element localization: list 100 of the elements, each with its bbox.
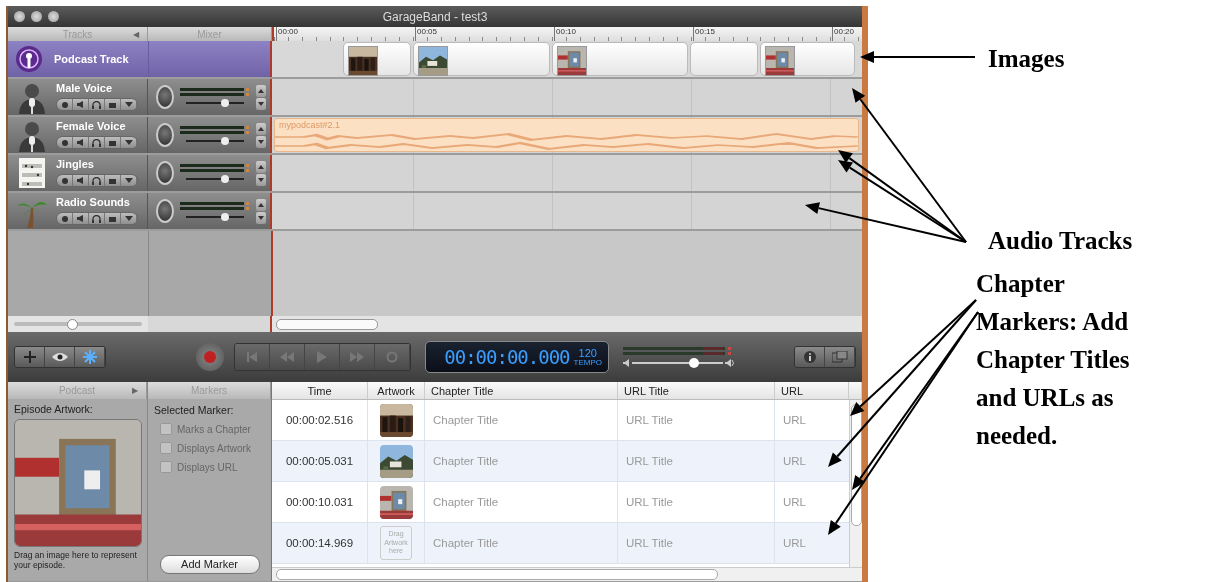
lock-button[interactable] [105, 137, 121, 148]
up-button[interactable] [256, 84, 266, 97]
solo-button[interactable] [89, 99, 105, 110]
speaker-icon [76, 101, 85, 108]
slider-thumb[interactable] [221, 213, 230, 221]
minimize-button[interactable] [31, 11, 42, 22]
down-arrow-icon [258, 101, 264, 106]
column-header[interactable]: URL [781, 384, 803, 397]
marker-region[interactable] [413, 42, 550, 76]
close-button[interactable] [14, 11, 25, 22]
chapter-title-cell[interactable]: Chapter Title [433, 537, 499, 549]
chapter-title-cell[interactable]: Chapter Title [433, 496, 499, 508]
solo-button[interactable] [89, 175, 105, 186]
rewind-icon [280, 352, 294, 362]
chapter-title-cell[interactable]: Chapter Title [433, 414, 499, 426]
lock-icon [109, 139, 116, 146]
mute-button[interactable] [73, 175, 89, 186]
chapter-title-cell[interactable]: Chapter Title [433, 455, 499, 467]
lock-button[interactable] [105, 175, 121, 186]
url-cell[interactable]: URL [783, 496, 806, 508]
slider-thumb[interactable] [221, 137, 230, 145]
track-name: Jingles [56, 158, 95, 170]
marker-region[interactable] [552, 42, 688, 76]
pan-knob[interactable] [156, 85, 174, 109]
column-header[interactable]: Time [307, 384, 332, 397]
headphones-icon [92, 176, 101, 185]
tempo-value: 120 [578, 347, 597, 359]
audio-region[interactable]: mypodcast#2.1 [274, 118, 859, 152]
up-button[interactable] [256, 160, 266, 173]
url-cell[interactable]: URL [783, 414, 806, 426]
sheet-music-icon [19, 158, 45, 188]
add-marker-button[interactable]: Add Marker [159, 555, 260, 574]
solo-button[interactable] [89, 213, 105, 224]
column-header[interactable]: Artwork [377, 384, 415, 397]
down-button[interactable] [256, 173, 266, 186]
mute-button[interactable] [73, 137, 89, 148]
up-button[interactable] [256, 198, 266, 211]
slider-thumb[interactable] [221, 175, 230, 183]
info-button[interactable] [795, 347, 825, 367]
track-header[interactable]: Jingles [8, 155, 148, 191]
marker-region[interactable] [343, 42, 411, 76]
up-arrow-icon [258, 126, 264, 131]
view-button[interactable] [45, 347, 75, 367]
scrollbar-thumb[interactable] [276, 569, 718, 580]
master-volume-slider[interactable] [632, 360, 723, 366]
speaker-icon [76, 139, 85, 146]
down-button[interactable] [256, 135, 266, 148]
up-arrow-icon [258, 88, 264, 93]
slider-thumb[interactable] [66, 319, 78, 330]
level-meter [180, 88, 250, 96]
record-button[interactable] [57, 137, 73, 148]
down-button[interactable] [256, 211, 266, 224]
annotation: Images [988, 44, 1066, 74]
solo-button[interactable] [89, 137, 105, 148]
pan-knob[interactable] [156, 199, 174, 223]
url-cell[interactable]: URL [783, 537, 806, 549]
zoom-button[interactable] [48, 11, 59, 22]
marker-region[interactable] [760, 42, 855, 76]
marker-region[interactable] [690, 42, 758, 76]
pane-header: Markers [190, 385, 228, 396]
pan-knob[interactable] [156, 161, 174, 185]
url-title-cell[interactable]: URL Title [626, 496, 673, 508]
volume-slider[interactable] [186, 100, 244, 106]
volume-slider[interactable] [186, 214, 244, 220]
url-cell[interactable]: URL [783, 455, 806, 467]
volume-slider[interactable] [186, 176, 244, 182]
expand-toggle[interactable]: ▶ [132, 386, 138, 395]
up-button[interactable] [256, 122, 266, 135]
url-title-cell[interactable]: URL Title [626, 455, 673, 467]
record-button[interactable] [57, 175, 73, 186]
down-button[interactable] [256, 97, 266, 110]
time-cell: 00:00:14.969 [285, 537, 354, 549]
lock-button[interactable] [105, 99, 121, 110]
collapse-toggle[interactable]: ◀ [133, 29, 139, 39]
pan-knob[interactable] [156, 123, 174, 147]
record-icon [61, 215, 68, 222]
region-name: mypodcast#2.1 [278, 119, 342, 131]
url-title-cell[interactable]: URL Title [626, 537, 673, 549]
tool-button[interactable] [75, 347, 105, 367]
track-header[interactable]: Female Voice [8, 117, 148, 153]
caret-icon [124, 102, 133, 107]
caret-icon [124, 178, 133, 183]
record-button[interactable] [57, 213, 73, 224]
slider-thumb[interactable] [688, 358, 699, 368]
timeline-ruler[interactable]: 00:00 00:05 00:10 00:15 00:20 [272, 27, 862, 41]
column-header[interactable]: URL Title [624, 384, 669, 397]
track-header[interactable]: Radio Sounds [8, 193, 148, 229]
lock-button[interactable] [105, 213, 121, 224]
media-browser-button[interactable] [825, 347, 855, 367]
selected-marker-label: Selected Marker: [154, 404, 235, 416]
slider-thumb[interactable] [221, 99, 230, 107]
track-header[interactable]: Male Voice [8, 79, 148, 115]
mute-button[interactable] [73, 99, 89, 110]
track-header[interactable]: Podcast Track [8, 41, 148, 77]
volume-slider[interactable] [186, 138, 244, 144]
column-header[interactable]: Chapter Title [431, 384, 494, 397]
record-button[interactable] [57, 99, 73, 110]
scrollbar-thumb[interactable] [276, 318, 378, 330]
mute-button[interactable] [73, 213, 89, 224]
url-title-cell[interactable]: URL Title [626, 414, 673, 426]
